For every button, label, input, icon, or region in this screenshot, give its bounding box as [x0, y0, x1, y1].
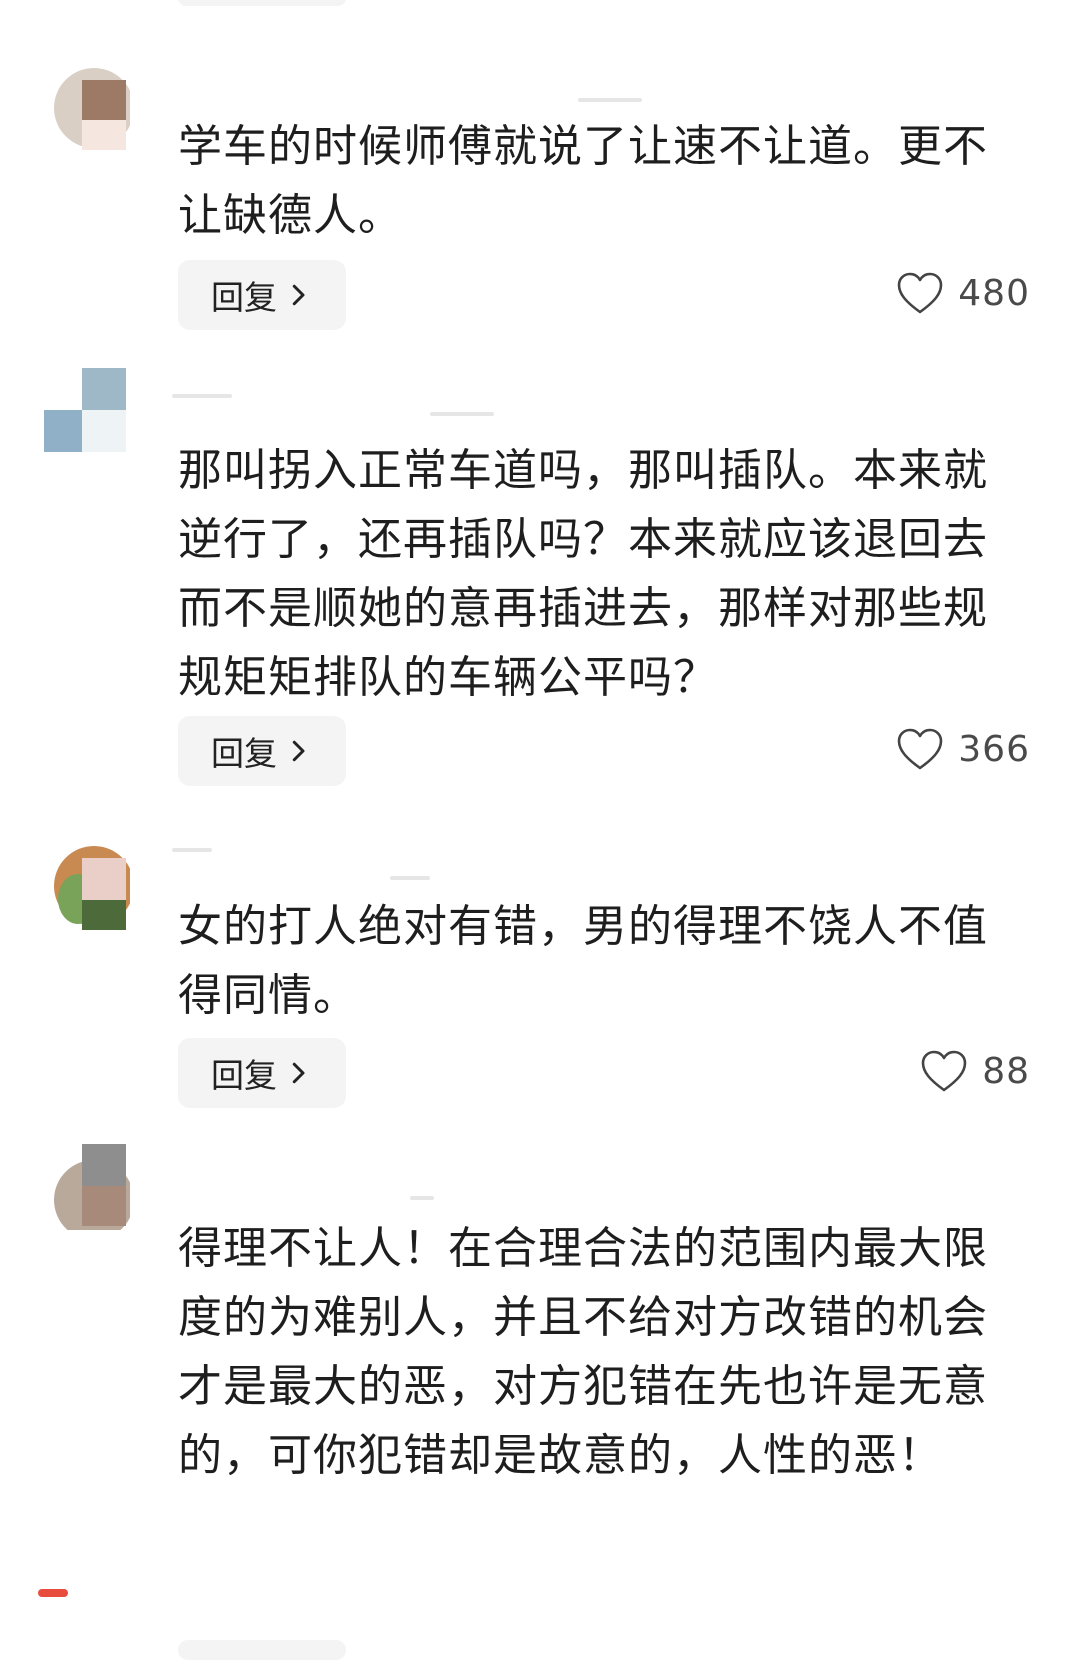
next-reply-button[interactable]	[178, 1640, 346, 1660]
username-blurred	[390, 876, 430, 880]
comment-text: 那叫拐入正常车道吗，那叫插队。本来就逆行了，还再插队吗？本来就应该退回去而不是顺…	[178, 445, 988, 703]
heart-outline-icon	[897, 728, 943, 770]
reply-label: 回复	[211, 734, 277, 773]
username-blurred	[172, 848, 212, 852]
like-count: 366	[958, 728, 1030, 770]
heart-outline-icon	[897, 272, 943, 314]
reply-label: 回复	[211, 1056, 277, 1095]
heart-outline-icon	[921, 1050, 967, 1092]
username-blurred	[172, 394, 232, 398]
reply-button[interactable]: 回复	[178, 716, 346, 786]
previous-reply-button[interactable]	[178, 0, 346, 6]
avatar[interactable]	[44, 368, 130, 454]
like-count: 480	[958, 272, 1030, 314]
username-blurred	[578, 98, 642, 102]
chevron-right-icon	[292, 740, 305, 762]
reply-label: 回复	[211, 278, 277, 317]
avatar[interactable]	[44, 1144, 130, 1230]
like-button[interactable]: 366	[896, 714, 1030, 784]
chevron-right-icon	[292, 1062, 305, 1084]
avatar[interactable]	[44, 844, 130, 930]
username-blurred	[430, 412, 494, 416]
comment-text: 女的打人绝对有错，男的得理不饶人不值得同情。	[178, 901, 988, 1021]
reply-button[interactable]: 回复	[178, 1038, 346, 1108]
like-button[interactable]: 88	[920, 1036, 1030, 1106]
chevron-right-icon	[292, 284, 305, 306]
indicator-mark	[38, 1589, 68, 1597]
like-count: 88	[982, 1050, 1030, 1092]
reply-button[interactable]: 回复	[178, 260, 346, 330]
avatar[interactable]	[44, 64, 130, 150]
username-blurred	[410, 1196, 434, 1200]
comment-text: 得理不让人！在合理合法的范围内最大限度的为难别人，并且不给对方改错的机会才是最大…	[178, 1223, 988, 1481]
comment-text: 学车的时候师傅就说了让速不让道。更不让缺德人。	[178, 121, 988, 241]
like-button[interactable]: 480	[896, 258, 1030, 328]
